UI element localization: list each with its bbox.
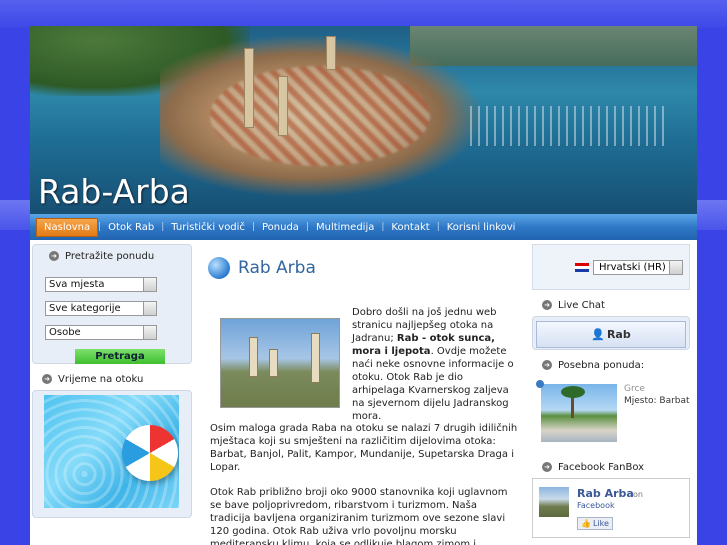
offer-title[interactable]: Grce xyxy=(624,384,645,394)
places-paragraph: Osim maloga grada Raba na otoku se nalaz… xyxy=(210,423,518,473)
language-select-value: Hrvatski (HR) xyxy=(599,261,666,273)
intro-photo xyxy=(220,318,340,408)
header-banner: Rab-Arba xyxy=(30,26,697,214)
live-chat-button[interactable]: 👤 Rab xyxy=(536,321,686,348)
intro-text-rest: . Ovdje možete naći neke osnovne informa… xyxy=(352,346,514,422)
language-panel: Hrvatski (HR) xyxy=(532,244,690,290)
category-select-value: Sve kategorije xyxy=(49,303,121,314)
fanbox-heading-label: Facebook FanBox xyxy=(558,461,645,473)
special-offer-panel[interactable]: Grce Mjesto: Barbat xyxy=(532,376,690,456)
palm-leaves xyxy=(561,386,585,398)
nav-item-otok-rab[interactable]: Otok Rab xyxy=(101,219,161,236)
nav-item-ponuda[interactable]: Ponuda xyxy=(255,219,306,236)
live-chat-heading-label: Live Chat xyxy=(558,299,605,311)
site-title: Rab-Arba xyxy=(38,172,190,211)
fanbox-page-name[interactable]: Rab Arba xyxy=(577,487,634,500)
weather-image xyxy=(44,395,179,508)
live-chat-button-label: Rab xyxy=(606,328,631,341)
persons-select[interactable]: Osobe xyxy=(45,325,157,340)
circle-arrow-icon: ➜ xyxy=(42,374,52,384)
language-select[interactable]: Hrvatski (HR) xyxy=(593,259,683,275)
category-select[interactable]: Sve kategorije xyxy=(45,301,157,316)
weather-heading: ➜ Vrijeme na otoku xyxy=(32,368,192,390)
bell-tower-shape xyxy=(249,337,258,377)
offer-photo[interactable] xyxy=(541,384,617,442)
circle-arrow-icon: ➜ xyxy=(542,462,552,472)
like-button[interactable]: 👍 Like xyxy=(577,517,613,530)
weather-heading-label: Vrijeme na otoku xyxy=(58,373,144,385)
live-chat-heading: ➜ Live Chat xyxy=(532,294,690,316)
banner-roofs xyxy=(210,66,430,166)
facebook-fanbox: Rab Arba on Facebook 👍 Like xyxy=(532,478,690,538)
page-background-top xyxy=(0,0,727,28)
live-chat-panel: 👤 Rab xyxy=(532,316,690,350)
page-container: Rab-Arba Naslovna | Otok Rab | Turističk… xyxy=(30,26,697,545)
croatia-flag-icon xyxy=(575,262,589,272)
bell-tower-shape xyxy=(311,333,320,383)
page-title-text: Rab Arba xyxy=(238,258,316,278)
nav-item-turisticki-vodic[interactable]: Turistički vodič xyxy=(164,219,252,236)
banner-bell-tower xyxy=(278,76,288,136)
nav-item-kontakt[interactable]: Kontakt xyxy=(384,219,436,236)
dropdown-arrow-icon xyxy=(669,260,682,274)
fanbox-heading: ➜ Facebook FanBox xyxy=(532,456,690,478)
left-sidebar: ➜ Pretražite ponudu Sva mjesta Sve kateg… xyxy=(32,244,192,518)
dropdown-arrow-icon xyxy=(143,302,156,315)
place-select[interactable]: Sva mjesta xyxy=(45,277,157,292)
thumbs-up-icon: 👍 xyxy=(581,519,591,528)
banner-bell-tower xyxy=(326,36,336,70)
persons-select-value: Osobe xyxy=(49,327,81,338)
bell-tower-shape xyxy=(269,349,278,377)
dropdown-arrow-icon xyxy=(143,278,156,291)
like-button-label: Like xyxy=(593,519,609,528)
offer-indicator-icon xyxy=(536,380,544,388)
dropdown-arrow-icon xyxy=(143,326,156,339)
page-title: Rab Arba xyxy=(208,257,528,279)
fanbox-thumbnail[interactable] xyxy=(539,487,569,517)
circle-arrow-icon: ➜ xyxy=(542,300,552,310)
banner-bell-tower xyxy=(244,48,254,128)
population-paragraph: Otok Rab približno broji oko 9000 stanov… xyxy=(210,487,508,545)
search-button[interactable]: Pretraga xyxy=(75,349,165,364)
user-chat-icon: 👤 xyxy=(591,328,605,341)
search-heading: ➜ Pretražite ponudu xyxy=(39,245,191,267)
circle-arrow-icon: ➜ xyxy=(542,360,552,370)
place-select-value: Sva mjesta xyxy=(49,279,105,290)
nav-item-korisni-linkovi[interactable]: Korisni linkovi xyxy=(440,219,523,236)
main-content: Rab Arba Dobro došli na još jednu web st… xyxy=(208,244,528,545)
nav-item-multimedija[interactable]: Multimedija xyxy=(309,219,381,236)
special-offer-heading: ➜ Posebna ponuda: xyxy=(532,354,690,376)
right-sidebar: Hrvatski (HR) ➜ Live Chat 👤 Rab ➜ Posebn… xyxy=(532,244,690,538)
special-offer-heading-label: Posebna ponuda: xyxy=(558,359,645,371)
banner-marina xyxy=(470,106,670,146)
circle-arrow-icon: ➜ xyxy=(49,251,59,261)
beach-ball-icon xyxy=(122,425,178,481)
nav-item-naslovna[interactable]: Naslovna xyxy=(36,217,99,237)
globe-icon xyxy=(208,257,230,279)
main-navigation: Naslovna | Otok Rab | Turistički vodič |… xyxy=(30,214,697,240)
offer-place: Mjesto: Barbat xyxy=(624,396,690,406)
fanbox-on-label: on xyxy=(633,490,643,499)
search-panel: ➜ Pretražite ponudu Sva mjesta Sve kateg… xyxy=(32,244,192,364)
fanbox-network-link[interactable]: Facebook xyxy=(577,501,615,510)
search-heading-label: Pretražite ponudu xyxy=(65,250,155,262)
intro-paragraph: Dobro došli na još jednu web stranicu na… xyxy=(352,306,517,423)
weather-panel xyxy=(32,390,192,518)
